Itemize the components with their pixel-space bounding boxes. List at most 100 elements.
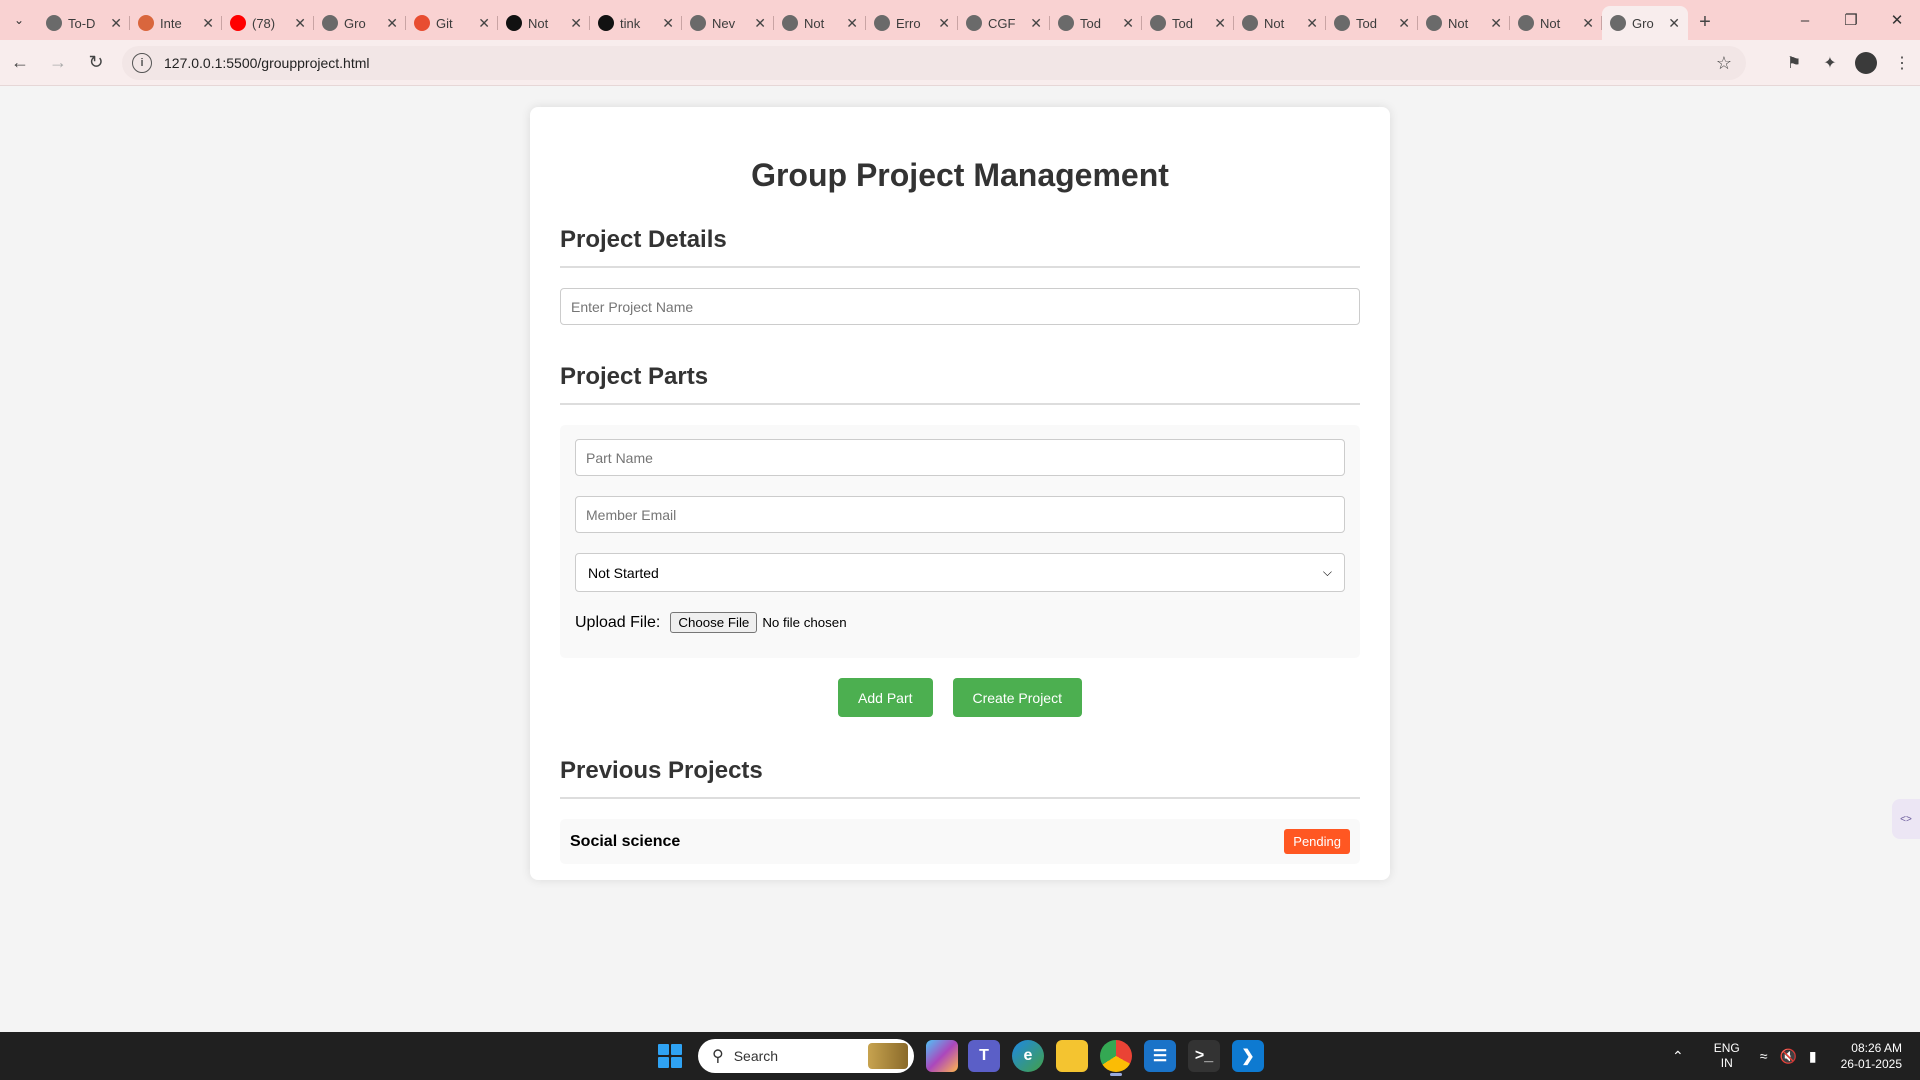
copilot-icon[interactable] (926, 1040, 958, 1072)
system-tray: ⌃ ENG IN ≈ 🔇 ▮ 08:26 AM 26-01-2025 (1672, 1032, 1920, 1080)
status-select[interactable]: Not Started ⌵ (575, 553, 1345, 592)
tab-title: Tod (1172, 15, 1193, 31)
close-tab-icon[interactable]: ✕ (1306, 15, 1318, 32)
close-tab-icon[interactable]: ✕ (1398, 15, 1410, 32)
choose-file-button[interactable]: Choose File (670, 612, 758, 633)
globe-icon (1518, 15, 1534, 31)
browser-tab[interactable]: Not ✕ (1418, 6, 1510, 40)
close-tab-icon[interactable]: ✕ (1122, 15, 1134, 32)
page-body: Group Project Management Project Details… (0, 86, 1920, 1032)
chrome-icon[interactable] (1100, 1040, 1132, 1076)
close-tab-icon[interactable]: ✕ (1490, 15, 1502, 32)
tab-title: Not (804, 15, 825, 31)
window-controls: – ❐ ✕ (1782, 0, 1920, 40)
browser-tab[interactable]: Git ✕ (406, 6, 498, 40)
status-select-value: Not Started (588, 564, 659, 581)
extension-icon[interactable]: ⚑ (1776, 45, 1812, 81)
close-tab-icon[interactable]: ✕ (1030, 15, 1042, 32)
volume-muted-icon[interactable]: 🔇 (1779, 1048, 1796, 1065)
language-indicator[interactable]: ENG IN (1714, 1041, 1740, 1071)
close-tab-icon[interactable]: ✕ (110, 15, 122, 32)
minimize-icon[interactable]: – (1782, 0, 1828, 40)
tab-title: Gro (344, 15, 366, 31)
vscode-icon[interactable]: ❯ (1232, 1040, 1264, 1072)
clock-time: 08:26 AM (1851, 1041, 1902, 1055)
create-project-button[interactable]: Create Project (952, 678, 1082, 717)
browser-tab[interactable]: Not ✕ (498, 6, 590, 40)
site-info-icon[interactable]: i (132, 53, 152, 73)
tab-title: Not (1448, 15, 1469, 31)
back-icon[interactable]: ← (2, 45, 38, 81)
browser-tab[interactable]: Not ✕ (1510, 6, 1602, 40)
taskbar-search-label: Search (733, 1048, 779, 1064)
close-tab-icon[interactable]: ✕ (938, 15, 950, 32)
close-tab-icon[interactable]: ✕ (1668, 15, 1680, 32)
side-panel-toggle-icon[interactable]: <> (1892, 799, 1920, 839)
tab-title: Erro (896, 15, 921, 31)
browser-tab[interactable]: Nev ✕ (682, 6, 774, 40)
close-tab-icon[interactable]: ✕ (386, 15, 398, 32)
globe-icon (1610, 15, 1626, 31)
browser-menu-icon[interactable]: ⋮ (1884, 45, 1920, 81)
no-file-text: No file chosen (762, 615, 847, 630)
browser-tab[interactable]: (78) ✕ (222, 6, 314, 40)
teams-icon[interactable]: T (968, 1040, 1000, 1072)
url-text: 127.0.0.1:5500/groupproject.html (164, 55, 370, 71)
close-tab-icon[interactable]: ✕ (846, 15, 858, 32)
browser-tab[interactable]: CGF ✕ (958, 6, 1050, 40)
browser-tab[interactable]: Not ✕ (1234, 6, 1326, 40)
project-name-input[interactable]: Enter Project Name (560, 288, 1360, 325)
member-email-input[interactable]: Member Email (575, 496, 1345, 533)
new-tab-button[interactable]: + (1688, 5, 1722, 39)
wifi-icon[interactable]: ≈ (1760, 1048, 1768, 1065)
close-tab-icon[interactable]: ✕ (202, 15, 214, 32)
chevron-down-icon: ⌵ (1322, 565, 1332, 579)
close-window-icon[interactable]: ✕ (1874, 0, 1920, 40)
project-parts-heading: Project Parts (560, 363, 1360, 405)
browser-tab[interactable]: Not ✕ (774, 6, 866, 40)
browser-tab[interactable]: Erro ✕ (866, 6, 958, 40)
browser-tab[interactable]: Tod ✕ (1050, 6, 1142, 40)
taskbar-search[interactable]: ⚲ Search (698, 1039, 914, 1073)
tray-overflow-chevron-icon[interactable]: ⌃ (1672, 1048, 1684, 1065)
profile-avatar[interactable] (1855, 52, 1877, 74)
page-title: Group Project Management (751, 157, 1169, 193)
close-tab-icon[interactable]: ✕ (570, 15, 582, 32)
tab-title: Not (1540, 15, 1561, 31)
project-list-item[interactable]: Social science Pending (560, 819, 1360, 864)
edge-icon[interactable]: e (1012, 1040, 1044, 1072)
project-details-heading: Project Details (560, 226, 1360, 268)
browser-tab[interactable]: Tod ✕ (1326, 6, 1418, 40)
browser-tab[interactable]: Tod ✕ (1142, 6, 1234, 40)
add-part-button[interactable]: Add Part (838, 678, 933, 717)
start-windows-icon[interactable] (658, 1044, 682, 1068)
tab-search-chevron-icon[interactable]: ⌄ (0, 0, 38, 40)
bookmark-star-icon[interactable]: ☆ (1716, 53, 1732, 74)
github-icon (598, 15, 614, 31)
clock[interactable]: 08:26 AM 26-01-2025 (1841, 1040, 1902, 1072)
forward-icon[interactable]: → (40, 45, 76, 81)
tab-title: Tod (1356, 15, 1377, 31)
browser-tab[interactable]: tink ✕ (590, 6, 682, 40)
terminal-icon[interactable]: >_ (1188, 1040, 1220, 1072)
close-tab-icon[interactable]: ✕ (1214, 15, 1226, 32)
browser-tab[interactable]: To-D ✕ (38, 6, 130, 40)
part-name-input[interactable]: Part Name (575, 439, 1345, 476)
address-bar[interactable]: i 127.0.0.1:5500/groupproject.html ☆ (122, 46, 1746, 80)
browser-tab[interactable]: Inte ✕ (130, 6, 222, 40)
browser-tab[interactable]: Gro ✕ (314, 6, 406, 40)
close-tab-icon[interactable]: ✕ (478, 15, 490, 32)
globe-icon (1334, 15, 1350, 31)
browser-tab[interactable]: Gro ✕ (1602, 6, 1688, 40)
close-tab-icon[interactable]: ✕ (294, 15, 306, 32)
reload-icon[interactable]: ↻ (78, 45, 114, 81)
file-explorer-icon[interactable] (1056, 1040, 1088, 1072)
close-tab-icon[interactable]: ✕ (754, 15, 766, 32)
close-tab-icon[interactable]: ✕ (662, 15, 674, 32)
close-tab-icon[interactable]: ✕ (1582, 15, 1594, 32)
extensions-puzzle-icon[interactable]: ✦ (1812, 45, 1848, 81)
battery-icon[interactable]: ▮ (1809, 1048, 1817, 1065)
notepad-icon[interactable]: ☰ (1144, 1040, 1176, 1072)
project-name: Social science (570, 832, 681, 850)
restore-icon[interactable]: ❐ (1828, 0, 1874, 40)
